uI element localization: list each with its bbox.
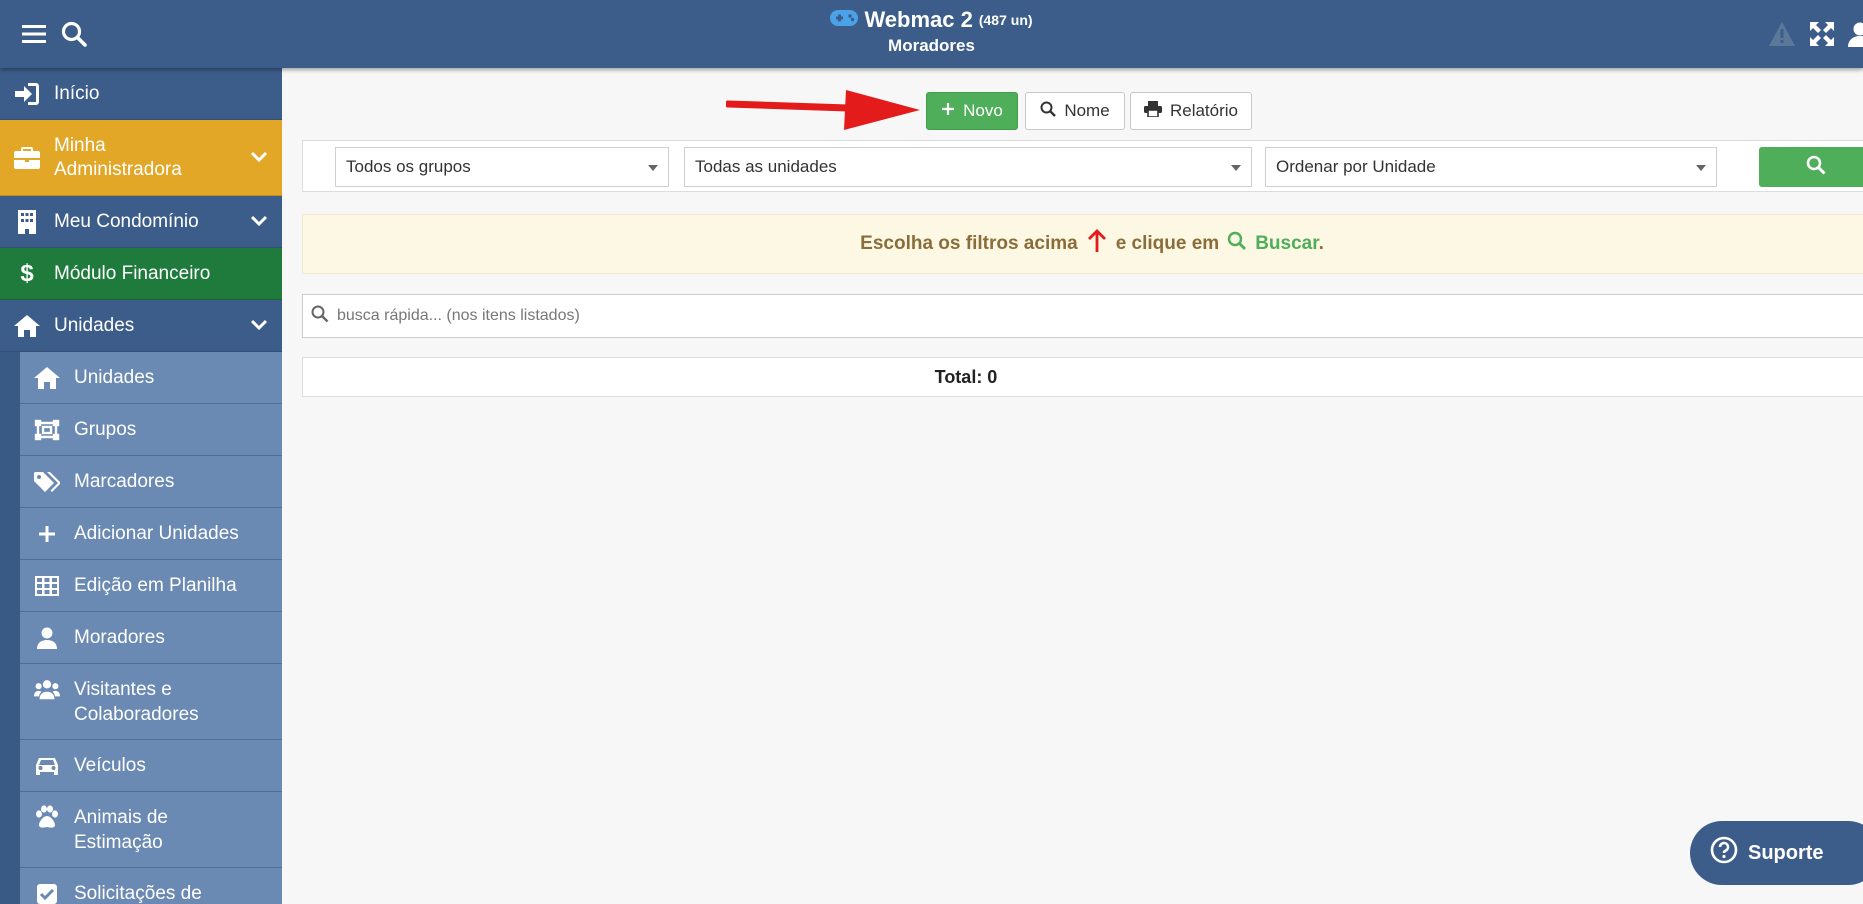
paw-icon [34,804,60,830]
suporte-label: Suporte [1748,841,1824,864]
search-icon [1806,155,1826,180]
object-group-icon [34,417,60,443]
sidebar-subitem-unidades[interactable]: Unidades [20,352,282,404]
gamepad-icon [830,6,859,34]
unidades-select[interactable]: Todas as unidades [684,147,1252,187]
grupos-select-value: Todos os grupos [346,157,471,176]
sidebar-subitem-animais[interactable]: Animais de Estimação [20,792,282,868]
search-icon [1040,101,1057,122]
chevron-down-icon [250,147,268,169]
sidebar-subitem-marcadores[interactable]: Marcadores [20,456,282,508]
search-icon [1227,231,1247,257]
home-icon [34,365,60,391]
filter-bar: Todos os grupos Todas as unidades Ordena… [302,140,1863,192]
page-header: Webmac 2 (487 un) Moradores [0,6,1863,58]
novo-label: Novo [963,101,1003,120]
sidebar-item-label: Início [54,82,100,104]
user-icon [34,625,60,651]
notice-period: . [1318,233,1324,254]
chevron-down-icon [250,315,268,337]
grupos-select[interactable]: Todos os grupos [335,147,669,187]
quick-search-input[interactable] [335,306,1839,326]
main-content: Novo Nome Relatório Todos os grupos Toda… [282,68,1863,904]
total-label: Total: 0 [934,367,998,387]
sidebar-item-label: Moradores [74,626,165,648]
sidebar-subitem-solicitacoes[interactable]: Solicitações de [20,868,282,904]
fullscreen-icon[interactable] [1802,14,1842,54]
notice-buscar-text: Buscar [1255,233,1319,254]
sidebar-subitem-visitantes[interactable]: Visitantes e Colaboradores [20,664,282,740]
car-icon [34,753,60,779]
filter-notice: Escolha os filtros acima e clique em Bus… [302,214,1863,274]
page-title: Moradores [888,36,975,55]
top-bar: Webmac 2 (487 un) Moradores [0,0,1863,68]
sidebar-subitem-adicionar-unidades[interactable]: Adicionar Unidades [20,508,282,560]
sidebar-item-minha-administradora[interactable]: Minha Administradora [0,120,282,196]
sidebar-item-label: Módulo Financeiro [54,262,211,284]
sidebar-item-label: Visitantes e Colaboradores [74,678,199,725]
search-icon [311,305,329,328]
sidebar-item-label: Solicitações de [74,882,202,904]
quick-search-field[interactable] [302,294,1863,338]
ordenar-select[interactable]: Ordenar por Unidade [1265,147,1717,187]
tags-icon [34,469,60,495]
sidebar-item-modulo-financeiro[interactable]: $ Módulo Financeiro [0,248,282,300]
caret-down-icon [648,165,658,171]
question-circle-icon [1710,836,1738,870]
notice-text-2: e clique em [1115,233,1220,254]
sidebar-item-label: Grupos [74,418,137,440]
user-icon[interactable] [1840,14,1863,54]
sidebar-item-label: Edição em Planilha [74,574,237,596]
nome-button[interactable]: Nome [1025,92,1125,130]
sidebar-item-meu-condominio[interactable]: Meu Condomínio [0,196,282,248]
sidebar-item-inicio[interactable]: Início [0,68,282,120]
sidebar-item-label: Minha Administradora [54,134,182,180]
caret-down-icon [1696,165,1706,171]
units-count: (487 un) [978,12,1033,28]
sidebar-item-label: Meu Condomínio [54,210,199,232]
relatorio-button[interactable]: Relatório [1130,92,1252,130]
dollar-icon: $ [20,259,34,287]
print-icon [1143,100,1162,122]
building-icon [14,209,40,235]
nome-label: Nome [1064,101,1110,120]
sidebar-subitem-edicao-em-planilha[interactable]: Edição em Planilha [20,560,282,612]
app-name: Webmac 2 [864,7,973,32]
users-icon [34,676,60,702]
caret-down-icon [1231,165,1241,171]
sidebar-submenu-unidades: Unidades Grupos Marcadores Adicionar Uni… [20,352,282,904]
sidebar-item-label: Unidades [54,314,135,336]
plus-icon [34,521,60,547]
briefcase-icon [14,145,40,171]
sidebar-item-label: Adicionar Unidades [74,522,239,544]
plus-icon [941,101,955,121]
sidebar: Início Minha Administradora Meu Condomín… [0,68,282,904]
unidades-select-value: Todas as unidades [695,157,837,176]
sidebar-item-label: Marcadores [74,470,175,492]
sidebar-subitem-moradores[interactable]: Moradores [20,612,282,664]
suporte-button[interactable]: Suporte [1690,821,1863,885]
arrow-up-icon [1086,228,1108,260]
sidebar-item-unidades[interactable]: Unidades [0,300,282,352]
table-icon [34,573,60,599]
sign-in-icon [14,81,40,107]
chevron-down-icon [250,211,268,233]
notice-text-1: Escolha os filtros acima [860,233,1078,254]
home-icon [14,313,40,339]
total-bar: Total: 0 [302,357,1863,397]
novo-button[interactable]: Novo [926,92,1018,130]
buscar-button[interactable] [1759,147,1863,187]
checkbox-icon [34,881,60,904]
sidebar-item-label: Veículos [74,754,146,776]
arrow-annotation-icon [726,90,920,130]
sidebar-subitem-grupos[interactable]: Grupos [20,404,282,456]
sidebar-subitem-veiculos[interactable]: Veículos [20,740,282,792]
sidebar-item-label: Animais de Estimação [74,806,168,853]
warning-icon[interactable] [1762,14,1802,54]
relatorio-label: Relatório [1169,101,1239,120]
sidebar-item-label: Unidades [74,366,155,388]
ordenar-select-value: Ordenar por Unidade [1276,157,1436,176]
